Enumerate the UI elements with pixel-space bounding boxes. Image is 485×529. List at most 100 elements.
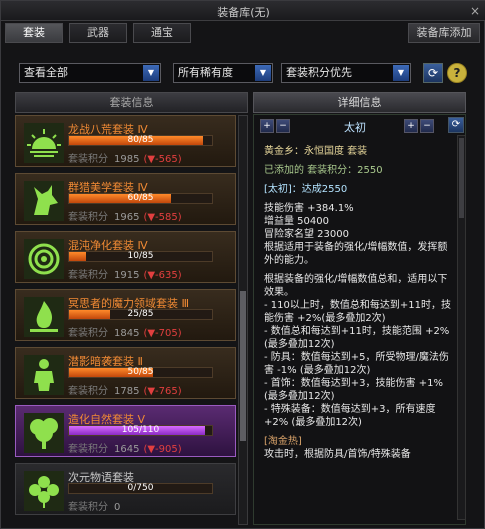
set-info-header: 套装信息 [15,92,248,113]
detail-line: - 首饰：数值每达到+3，技能伤害 +1% (最多叠加12次) [264,378,443,402]
points-delta: (▼-565) [143,154,182,165]
set-item[interactable]: 混沌净化套装 Ⅳ 10/85 套装积分 1915 (▼-635) [15,231,236,283]
set-points: 套装积分 1915 (▼-635) [68,266,182,281]
swirl-icon [24,239,64,279]
set-progress-bar: 25/85 [68,309,213,320]
detail-info-header: 详细信息 [253,92,466,113]
points-label: 套装积分 [68,386,108,397]
points-delta: (▼-585) [143,212,182,223]
set-item-selected[interactable]: 造化自然套装 Ⅴ 105/110 套装积分 1645 (▼-905) [15,405,236,457]
points-label: 套装积分 [68,270,108,281]
rarity-filter-value: 所有稀有度 [178,66,233,79]
detail-line: 攻击时，根据防具/首饰/特殊装备 [264,449,411,460]
set-points: 套装积分 1785 (▼-765) [68,382,182,397]
set-points: 套装积分 1985 (▼-565) [68,150,182,165]
equipment-library-window: 装备库(无) × 套装 武器 通宝 装备库添加 查看全部 ▼ 所有稀有度 ▼ 套… [0,0,485,529]
points-delta: (▼-905) [143,444,182,455]
set-progress-text: 50/85 [127,367,154,377]
points-label: 套装积分 [68,328,108,339]
set-progress-bar: 105/110 [68,425,213,436]
set-progress-text: 105/110 [121,425,160,435]
points-value: 1965 [114,212,140,223]
set-list-scrollbar[interactable] [238,115,248,525]
detail-line: 技能伤害 +384.1% [264,203,354,214]
detail-line: 增益量 50400 [264,216,329,227]
tab-sets[interactable]: 套装 [5,23,63,43]
flame-icon [24,297,64,337]
detail-line: [淘金热] [264,436,302,447]
points-delta: (▼-635) [143,270,182,281]
points-value: 0 [114,502,121,513]
wolf-icon [24,181,64,221]
set-item[interactable]: 潜影暗袭套装 Ⅱ 50/85 套装积分 1785 (▼-765) [15,347,236,399]
points-label: 套装积分 [68,502,108,513]
points-delta: (▼-705) [143,328,182,339]
detail-line: - 110以上时，数值总和每达到+11时，技能伤害 +2%(最多叠加2次) [264,300,451,324]
detail-refresh-icon[interactable]: ⟳ [448,117,464,133]
view-filter-value: 查看全部 [24,66,68,79]
set-progress-bar: 10/85 [68,251,213,262]
set-progress-bar: 50/85 [68,367,213,378]
detail-line: [太初]：达成2550 [264,184,348,195]
detail-nav: + − 太初 + − [260,119,460,135]
points-value: 1985 [114,154,140,165]
set-points: 套装积分 1965 (▼-585) [68,208,182,223]
view-filter-select[interactable]: 查看全部 ▼ [19,63,161,83]
detail-scrollbar[interactable] [457,135,466,520]
points-value: 1645 [114,444,140,455]
scroll-thumb[interactable] [459,138,464,218]
detail-line: - 特殊装备：数值每达到+3，所有速度 +2% (最多叠加12次) [264,404,436,428]
help-icon[interactable]: ? [447,63,467,83]
set-points: 套装积分 1645 (▼-905) [68,440,182,455]
tab-tongbao[interactable]: 通宝 [133,23,191,43]
detail-line: 已添加的 套装积分：2550 [264,165,383,176]
set-list: 龙战八荒套装 Ⅳ 80/85 套装积分 1985 (▼-565) 群猎美学套装 Ⅳ … [15,115,236,525]
detail-line: 黄金乡：永恒国度 套装 [264,146,368,157]
detail-panel: + − 太初 + − ⟳ 黄金乡：永恒国度 套装 已添加的 套装积分：2550 … [253,114,466,525]
chevron-down-icon: ▼ [143,65,159,81]
set-item[interactable]: 次元物语套装 0/750 套装积分 0 [15,463,236,515]
chevron-down-icon: ▼ [393,65,409,81]
clover-icon [24,471,64,511]
set-item[interactable]: 冥思者的魔力领域套装 Ⅲ 25/85 套装积分 1845 (▼-705) [15,289,236,341]
set-progress-bar: 60/85 [68,193,213,204]
set-progress-bar: 0/750 [68,483,213,494]
set-progress-text: 25/85 [127,309,154,319]
tree-icon [24,413,64,453]
chevron-down-icon: ▼ [255,65,271,81]
detail-line: - 防具：数值每达到+5，所受物理/魔法伤害 -1% (最多叠加12次) [264,352,449,376]
set-item[interactable]: 群猎美学套装 Ⅳ 60/85 套装积分 1965 (▼-585) [15,173,236,225]
set-points: 套装积分 1845 (▼-705) [68,324,182,339]
sun-icon [24,123,64,163]
minus-icon[interactable]: − [276,119,290,133]
add-icon[interactable]: + [260,119,274,133]
rarity-filter-select[interactable]: 所有稀有度 ▼ [173,63,273,83]
detail-text: 黄金乡：永恒国度 套装 已添加的 套装积分：2550 [太初]：达成2550 技… [264,145,454,461]
detail-nav-label: 太初 [344,121,366,134]
points-delta: (▼-765) [143,386,182,397]
refresh-icon[interactable]: ⟳ [423,63,443,83]
add-icon[interactable]: + [404,119,418,133]
set-progress-text: 0/750 [127,483,154,493]
points-label: 套装积分 [68,154,108,165]
shadow-figure-icon [24,355,64,395]
set-item[interactable]: 龙战八荒套装 Ⅳ 80/85 套装积分 1985 (▼-565) [15,115,236,167]
tab-weapons[interactable]: 武器 [69,23,127,43]
set-progress-text: 80/85 [127,135,154,145]
minus-icon[interactable]: − [420,119,434,133]
detail-line: 根据适用于装备的强化/增幅数值，发挥额外的能力。 [264,242,448,266]
detail-line: 冒险家名望 23000 [264,229,349,240]
filter-bar: 查看全部 ▼ 所有稀有度 ▼ 套装积分优先 ▼ ⟳ ? [11,59,476,87]
sort-select[interactable]: 套装积分优先 ▼ [281,63,411,83]
title-bar[interactable]: 装备库(无) × [1,1,485,21]
add-to-library-button[interactable]: 装备库添加 [408,23,480,43]
detail-line: 根据装备的强化/增幅数值总和，适用以下效果。 [264,274,448,298]
scroll-thumb[interactable] [240,291,246,441]
points-value: 1845 [114,328,140,339]
set-progress-bar: 80/85 [68,135,213,146]
close-icon[interactable]: × [468,4,482,18]
set-points: 套装积分 0 [68,498,124,513]
points-label: 套装积分 [68,212,108,223]
sort-value: 套装积分优先 [286,66,352,79]
points-value: 1915 [114,270,140,281]
